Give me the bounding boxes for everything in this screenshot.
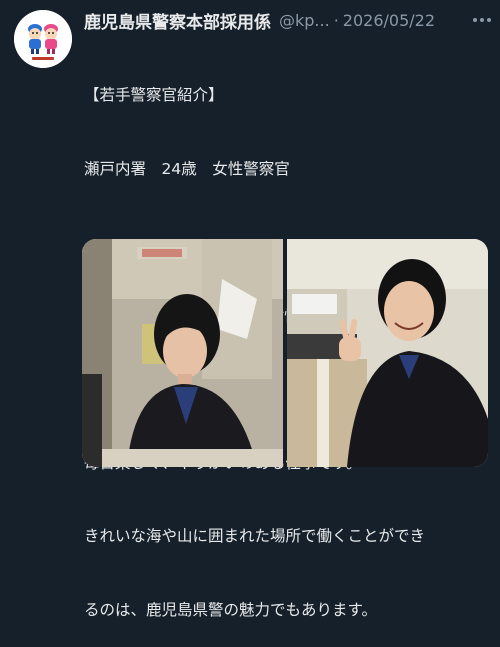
tweet-line: るのは、鹿児島県警の魅力でもあります。: [84, 600, 377, 619]
photo-officer-peace-sign[interactable]: [287, 239, 488, 467]
display-name[interactable]: 鹿児島県警察本部採用係: [84, 8, 271, 33]
more-options-icon[interactable]: [470, 8, 494, 32]
user-handle[interactable]: @kp...: [279, 11, 330, 30]
tweet-line: 【若手警察官紹介】: [84, 86, 224, 104]
separator-dot: ·: [333, 10, 339, 30]
tweet-line: きれいな海や山に囲まれた場所で働くことができ: [84, 527, 426, 545]
tweet-line: 瀬戸内署 24歳 女性警察官: [84, 159, 290, 178]
photo-officer-at-desk[interactable]: [82, 239, 283, 467]
avatar[interactable]: [14, 10, 72, 68]
tweet-header: 鹿児島県警察本部採用係 @kp... · 2026/05/22: [84, 8, 494, 32]
tweet-media: [82, 239, 488, 467]
tweet-date[interactable]: 2026/05/22: [343, 11, 435, 30]
police-mascot-logo: [14, 10, 72, 68]
